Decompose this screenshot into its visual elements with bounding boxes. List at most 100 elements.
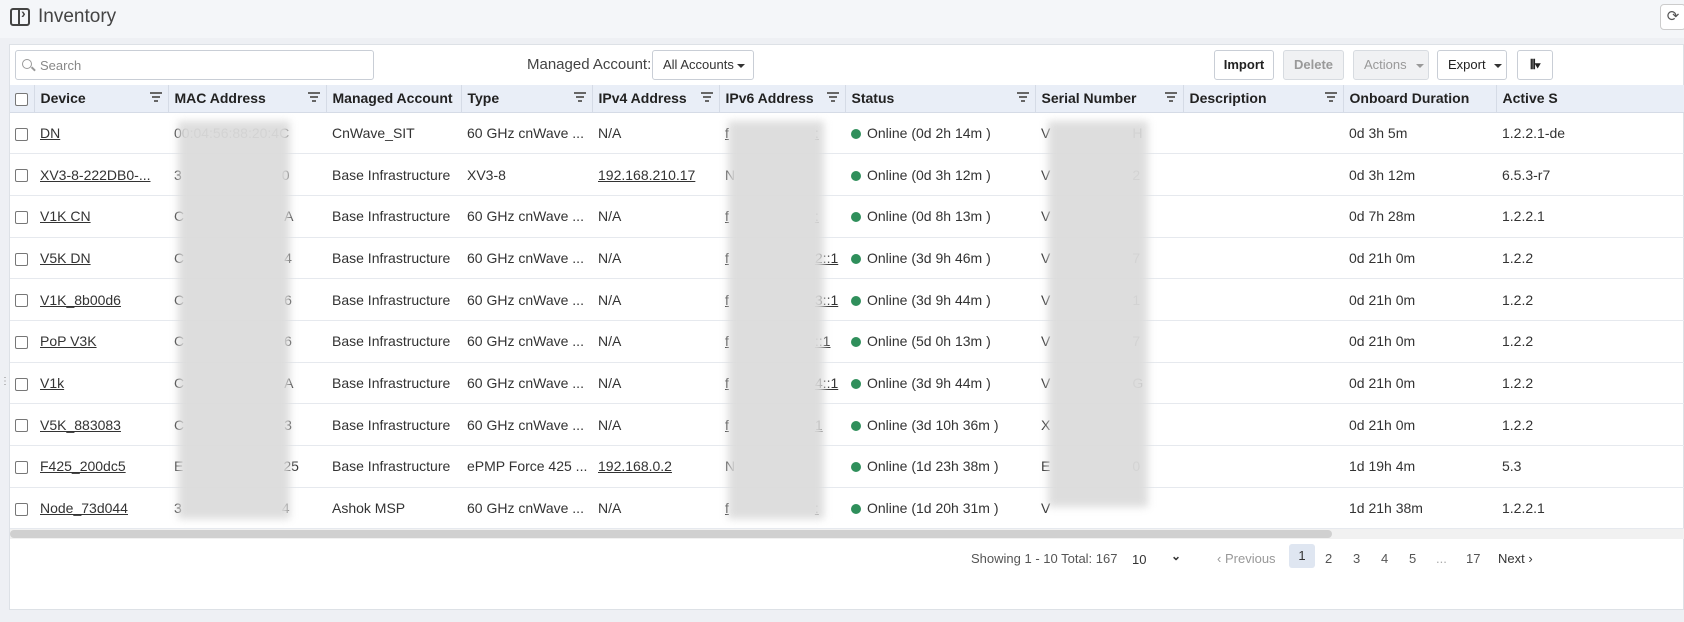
ipv4-value[interactable]: 192.168.210.17: [598, 167, 695, 183]
status-cell: Online (1d 23h 38m ): [845, 445, 1035, 488]
select-all-checkbox[interactable]: [15, 93, 28, 107]
device-link[interactable]: V1K CN: [40, 208, 91, 224]
filter-icon[interactable]: [700, 92, 713, 104]
column-header-ipv4[interactable]: IPv4 Address: [592, 85, 720, 113]
row-select-cell: [10, 278, 34, 321]
device-link[interactable]: V5K_883083: [40, 417, 121, 433]
caret-down-icon: [737, 64, 745, 68]
device-link[interactable]: V1K_8b00d6: [40, 292, 121, 308]
onboard-cell: 1d 21h 38m: [1343, 487, 1496, 529]
import-button[interactable]: Import: [1214, 50, 1274, 80]
column-header-active[interactable]: Active S: [1496, 85, 1684, 113]
scrollbar-thumb[interactable]: [10, 530, 1332, 538]
chevron-down-icon[interactable]: ⌄: [1171, 549, 1181, 563]
device-link[interactable]: DN: [40, 125, 60, 141]
row-checkbox[interactable]: [15, 419, 28, 433]
row-checkbox[interactable]: [15, 211, 28, 225]
row-checkbox[interactable]: [15, 502, 28, 516]
row-checkbox[interactable]: [15, 252, 28, 266]
column-header-ipv6[interactable]: IPv6 Address: [719, 85, 846, 113]
column-header-serial[interactable]: Serial Number: [1035, 85, 1184, 113]
device-cell: DN: [34, 112, 168, 155]
type-cell: 60 GHz cnWave ...: [461, 237, 592, 280]
filter-icon[interactable]: [1324, 92, 1337, 104]
row-checkbox[interactable]: [15, 377, 28, 391]
row-checkbox[interactable]: [15, 461, 28, 475]
ipv4-cell: N/A: [592, 237, 719, 280]
active-cell: 1.2.2: [1496, 403, 1684, 446]
column-header-device[interactable]: Device: [34, 85, 169, 113]
managed-account-select[interactable]: All Accounts: [652, 50, 754, 80]
account-cell: Base Infrastructure: [326, 278, 461, 321]
status-cell: Online (0d 2h 14m ): [845, 112, 1035, 155]
table-header-row: Device MAC Address Managed Account Type …: [10, 85, 1684, 113]
ipv4-value[interactable]: 192.168.0.2: [598, 458, 672, 474]
next-page-button[interactable]: Next ›: [1498, 551, 1533, 566]
device-link[interactable]: F425_200dc5: [40, 458, 126, 474]
drag-handle-icon[interactable]: ⋮: [0, 376, 10, 387]
description-cell: [1183, 487, 1343, 529]
filter-icon[interactable]: [149, 92, 162, 104]
columns-icon: ⫴▾: [1530, 57, 1541, 72]
account-cell: Ashok MSP: [326, 487, 461, 529]
device-cell: F425_200dc5: [34, 445, 168, 488]
description-cell: [1183, 445, 1343, 488]
row-select-cell: [10, 445, 34, 488]
refresh-button[interactable]: ⟳: [1660, 4, 1684, 30]
column-header-onboard[interactable]: Onboard Duration: [1343, 85, 1497, 113]
column-settings-button[interactable]: ⫴▾: [1517, 50, 1553, 80]
device-link[interactable]: V5K DN: [40, 250, 91, 266]
status-text: Online (0d 2h 14m ): [867, 124, 991, 141]
ipv4-cell: 192.168.0.2: [592, 445, 719, 488]
column-header-status[interactable]: Status: [845, 85, 1036, 113]
row-select-cell: [10, 362, 34, 405]
status-online-icon: [851, 462, 861, 473]
filter-icon[interactable]: [1164, 92, 1177, 104]
device-link[interactable]: V1k: [40, 375, 64, 391]
onboard-cell: 0d 21h 0m: [1343, 320, 1496, 363]
type-cell: 60 GHz cnWave ...: [461, 320, 592, 363]
sidebar-toggle-icon[interactable]: [10, 5, 30, 26]
ipv4-value: N/A: [598, 374, 622, 391]
device-link[interactable]: PoP V3K: [40, 333, 97, 349]
description-cell: [1183, 153, 1343, 196]
column-header-type[interactable]: Type: [461, 85, 593, 113]
row-checkbox[interactable]: [15, 169, 28, 183]
column-header-mac[interactable]: MAC Address: [168, 85, 327, 113]
status-online-icon: [851, 504, 861, 515]
device-link[interactable]: Node_73d044: [40, 500, 128, 516]
column-header-description[interactable]: Description: [1183, 85, 1344, 113]
page-button-3[interactable]: 3: [1353, 551, 1360, 566]
filter-icon[interactable]: [573, 92, 586, 104]
filter-icon[interactable]: [826, 92, 839, 104]
type-cell: 60 GHz cnWave ...: [461, 195, 592, 238]
page-button-17[interactable]: 17: [1466, 551, 1480, 566]
device-link[interactable]: XV3-8-222DB0-...: [40, 167, 151, 183]
ipv4-value: N/A: [598, 416, 622, 433]
row-checkbox[interactable]: [15, 294, 28, 308]
page-button-5[interactable]: 5: [1409, 551, 1416, 566]
filter-icon[interactable]: [1016, 92, 1029, 104]
horizontal-scrollbar[interactable]: [10, 529, 1684, 539]
row-checkbox[interactable]: [15, 127, 28, 141]
ipv4-cell: N/A: [592, 403, 719, 446]
search-input[interactable]: [38, 54, 368, 76]
row-select-cell: [10, 153, 34, 196]
page-size-select[interactable]: 10: [1132, 552, 1146, 567]
actions-button[interactable]: Actions: [1353, 50, 1429, 80]
previous-page-button[interactable]: ‹ Previous: [1217, 551, 1276, 566]
ipv4-value: N/A: [598, 333, 622, 350]
page-button-4[interactable]: 4: [1381, 551, 1388, 566]
delete-button[interactable]: Delete: [1283, 50, 1344, 80]
search-box[interactable]: [15, 50, 374, 80]
page-button-2[interactable]: 2: [1325, 551, 1332, 566]
export-button[interactable]: Export: [1437, 50, 1507, 80]
row-checkbox[interactable]: [15, 336, 28, 350]
page-button-1[interactable]: 1: [1289, 544, 1315, 568]
column-header-account[interactable]: Managed Account: [326, 85, 462, 113]
row-select-cell: [10, 237, 34, 280]
column-label: Type: [467, 90, 500, 107]
filter-icon[interactable]: [307, 92, 320, 104]
ipv4-cell: N/A: [592, 320, 719, 363]
type-cell: 60 GHz cnWave ...: [461, 362, 592, 405]
